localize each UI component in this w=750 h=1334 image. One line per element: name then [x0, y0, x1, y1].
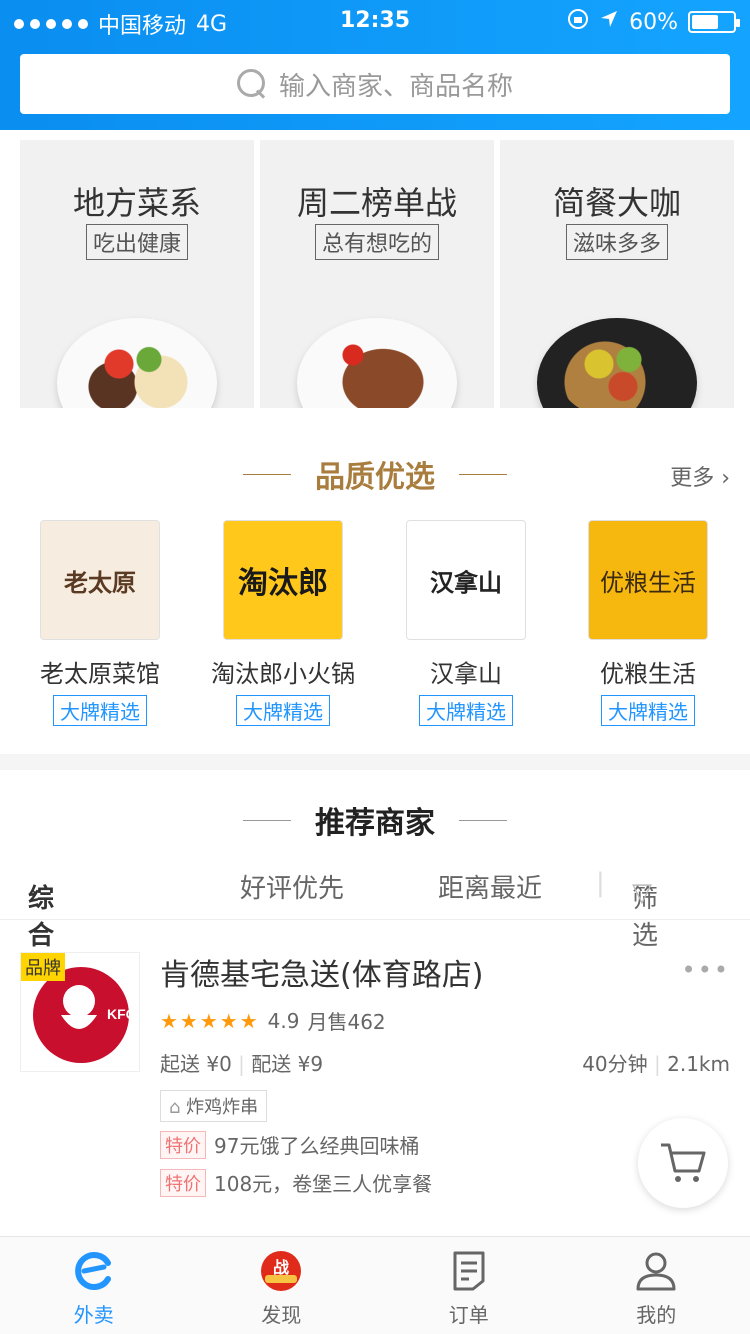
brand-name: 老太原菜馆 [40, 660, 160, 688]
brand-badge: 大牌精选 [419, 695, 513, 726]
promo-cards: 地方菜系 吃出健康 周二榜单战 总有想吃的 简餐大咖 滋味多多 [0, 130, 750, 418]
search-placeholder: 输入商家、商品名称 [278, 71, 513, 102]
brand-logo: 淘汰郎 [223, 520, 343, 640]
svg-text:KFC: KFC [107, 1006, 136, 1022]
cart-icon [661, 1143, 706, 1182]
score: 4.9 [267, 1008, 300, 1033]
delivery-fee: 配送 ¥9 [251, 1052, 324, 1076]
promo-line: 特价 97元饿了么经典回味桶 [160, 1130, 419, 1159]
section-title: 推荐商家 [0, 798, 750, 842]
category-tag: ⌂ 炸鸡炸串 [160, 1090, 268, 1122]
section-title: 品质优选 [0, 452, 750, 496]
special-tag: 特价 [160, 1168, 206, 1197]
brand-badge: 大牌精选 [601, 695, 695, 726]
food-image [317, 328, 437, 408]
monthly-sales: 月售462 [307, 1010, 386, 1034]
search-icon [236, 69, 267, 99]
brand-logo: 老太原 [40, 520, 160, 640]
brand-name: 汉拿山 [430, 660, 502, 688]
time-distance: 40分钟 | 2.1km [582, 1052, 730, 1076]
battery-icon [688, 11, 740, 33]
sort-rating-button[interactable]: 好评优先 [240, 868, 344, 905]
order-icon [447, 1249, 491, 1293]
promo-text: 108元，卷堡三人优享餐 [214, 1172, 433, 1196]
sort-distance-button[interactable]: 距离最近 [438, 868, 542, 905]
chevron-down-icon: ⌄ [28, 878, 44, 899]
quality-section: 品质优选 更多 › 老太原 老太原菜馆 大牌精选 淘汰郎 淘汰郎小火锅 大牌精选… [0, 418, 750, 754]
divider: | [596, 868, 605, 898]
promo-tag: 吃出健康 [85, 224, 189, 260]
divider [243, 819, 291, 821]
delivery-info: 起送 ¥0 | 配送 ¥9 [160, 1052, 324, 1076]
brand-badge: 大牌精选 [53, 695, 147, 726]
ele-logo-icon [72, 1249, 116, 1293]
profile-icon [634, 1249, 678, 1293]
promo-card-tuesday[interactable]: 周二榜单战 总有想吃的 [260, 140, 494, 408]
star-rating-icon: ★★★★★ [160, 1008, 260, 1033]
brand-item[interactable]: 老太原 老太原菜馆 大牌精选 [20, 520, 180, 726]
divider [459, 819, 507, 821]
brand-item[interactable]: 汉拿山 汉拿山 大牌精选 [386, 520, 546, 726]
shop-rating: ★★★★★ 4.9 月售462 [160, 1006, 386, 1035]
more-link[interactable]: 更多 › [670, 460, 730, 492]
location-icon [599, 9, 619, 35]
promo-tag: 滋味多多 [565, 224, 669, 260]
recommended-section: 推荐商家 综合排序 ⌄ 好评优先 距离最近 | 筛选 ▽ KFC 品牌 肯德基宅… [0, 770, 750, 1240]
shop-logo: KFC 品牌 [20, 952, 140, 1072]
shop-name: 肯德基宅急送(体育路店) [160, 958, 484, 993]
rotation-lock-icon [567, 8, 589, 36]
promo-title: 简餐大咖 [552, 184, 681, 222]
delivery-time: 40分钟 [582, 1052, 648, 1076]
food-image [77, 328, 197, 408]
food-image [557, 328, 677, 408]
promo-line: 特价 108元，卷堡三人优享餐 [160, 1168, 432, 1197]
brand-item[interactable]: 淘汰郎 淘汰郎小火锅 大牌精选 [203, 520, 363, 726]
tab-orders[interactable]: 订单 [375, 1237, 563, 1334]
tab-takeout[interactable]: 外卖 [0, 1237, 188, 1334]
status-bar: 中国移动 4G 12:35 60% [0, 0, 750, 42]
sort-bar: 综合排序 ⌄ 好评优先 距离最近 | 筛选 ▽ [0, 858, 750, 1025]
divider [243, 473, 291, 475]
promo-tag: 总有想吃的 [314, 224, 440, 260]
promo-title: 周二榜单战 [296, 184, 457, 222]
search-input[interactable]: 输入商家、商品名称 [20, 54, 730, 114]
cart-button[interactable] [638, 1118, 728, 1208]
brand-logo: 汉拿山 [406, 520, 526, 640]
distance: 2.1km [667, 1052, 730, 1076]
more-options-icon[interactable]: ••• [682, 956, 730, 984]
filter-icon: ▽ [632, 878, 652, 908]
promo-title: 地方菜系 [72, 184, 201, 222]
store-icon: ⌂ [169, 1097, 181, 1118]
brand-name: 优粮生活 [600, 660, 696, 688]
promo-text: 97元饿了么经典回味桶 [214, 1134, 420, 1158]
special-tag: 特价 [160, 1130, 206, 1159]
promo-card-fastfood[interactable]: 简餐大咖 滋味多多 [500, 140, 734, 408]
min-order: 起送 ¥0 [160, 1052, 232, 1076]
tab-profile[interactable]: 我的 [563, 1237, 750, 1334]
battery-percent: 60% [629, 9, 678, 35]
discover-icon: 战 [259, 1249, 303, 1293]
brand-logo: 优粮生活 [588, 520, 708, 640]
brand-tag: 品牌 [21, 953, 65, 981]
tab-bar: 外卖 战 发现 订单 我的 [0, 1236, 750, 1334]
brand-item[interactable]: 优粮生活 优粮生活 大牌精选 [568, 520, 728, 726]
header: 中国移动 4G 12:35 60% 输入商家、商品名称 [0, 0, 750, 130]
tab-discover[interactable]: 战 发现 [188, 1237, 376, 1334]
brand-badge: 大牌精选 [236, 695, 330, 726]
promo-card-regional[interactable]: 地方菜系 吃出健康 [20, 140, 254, 408]
brand-name: 淘汰郎小火锅 [211, 660, 355, 688]
svg-text:战: 战 [273, 1258, 289, 1277]
divider [459, 473, 507, 475]
